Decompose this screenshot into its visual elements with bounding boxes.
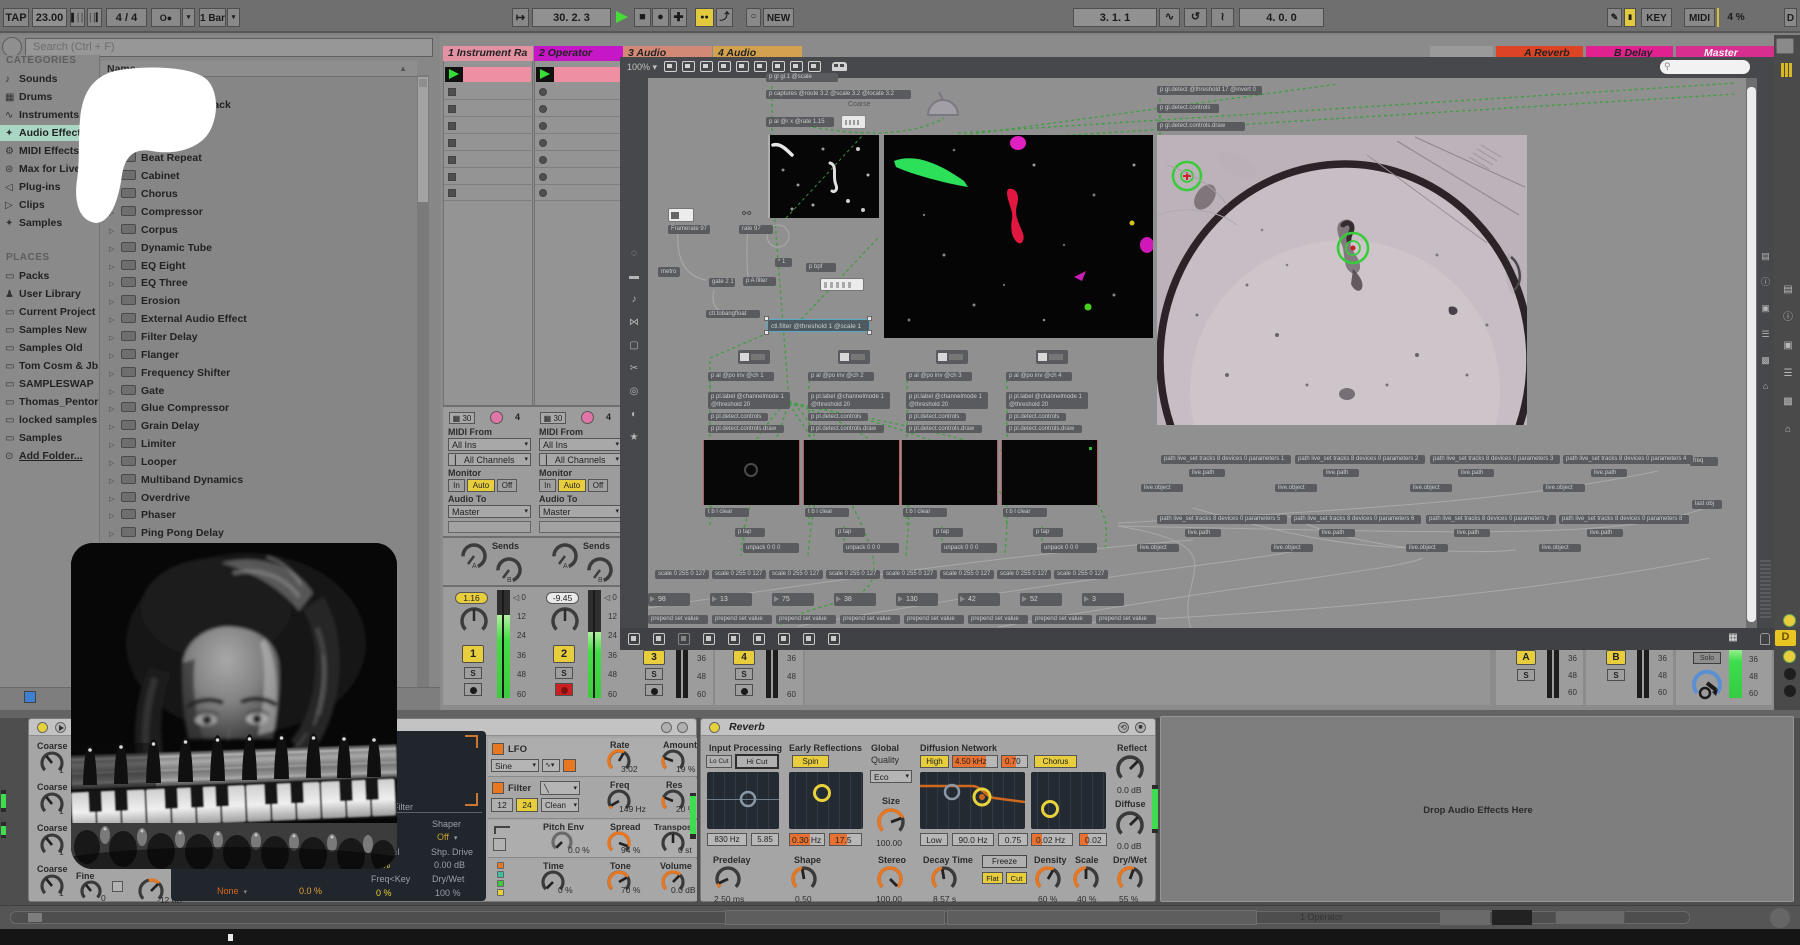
svg-text:B: B — [598, 577, 603, 584]
svg-text:A: A — [472, 563, 477, 570]
svg-text:B: B — [507, 577, 512, 584]
svg-text:A: A — [563, 563, 568, 570]
